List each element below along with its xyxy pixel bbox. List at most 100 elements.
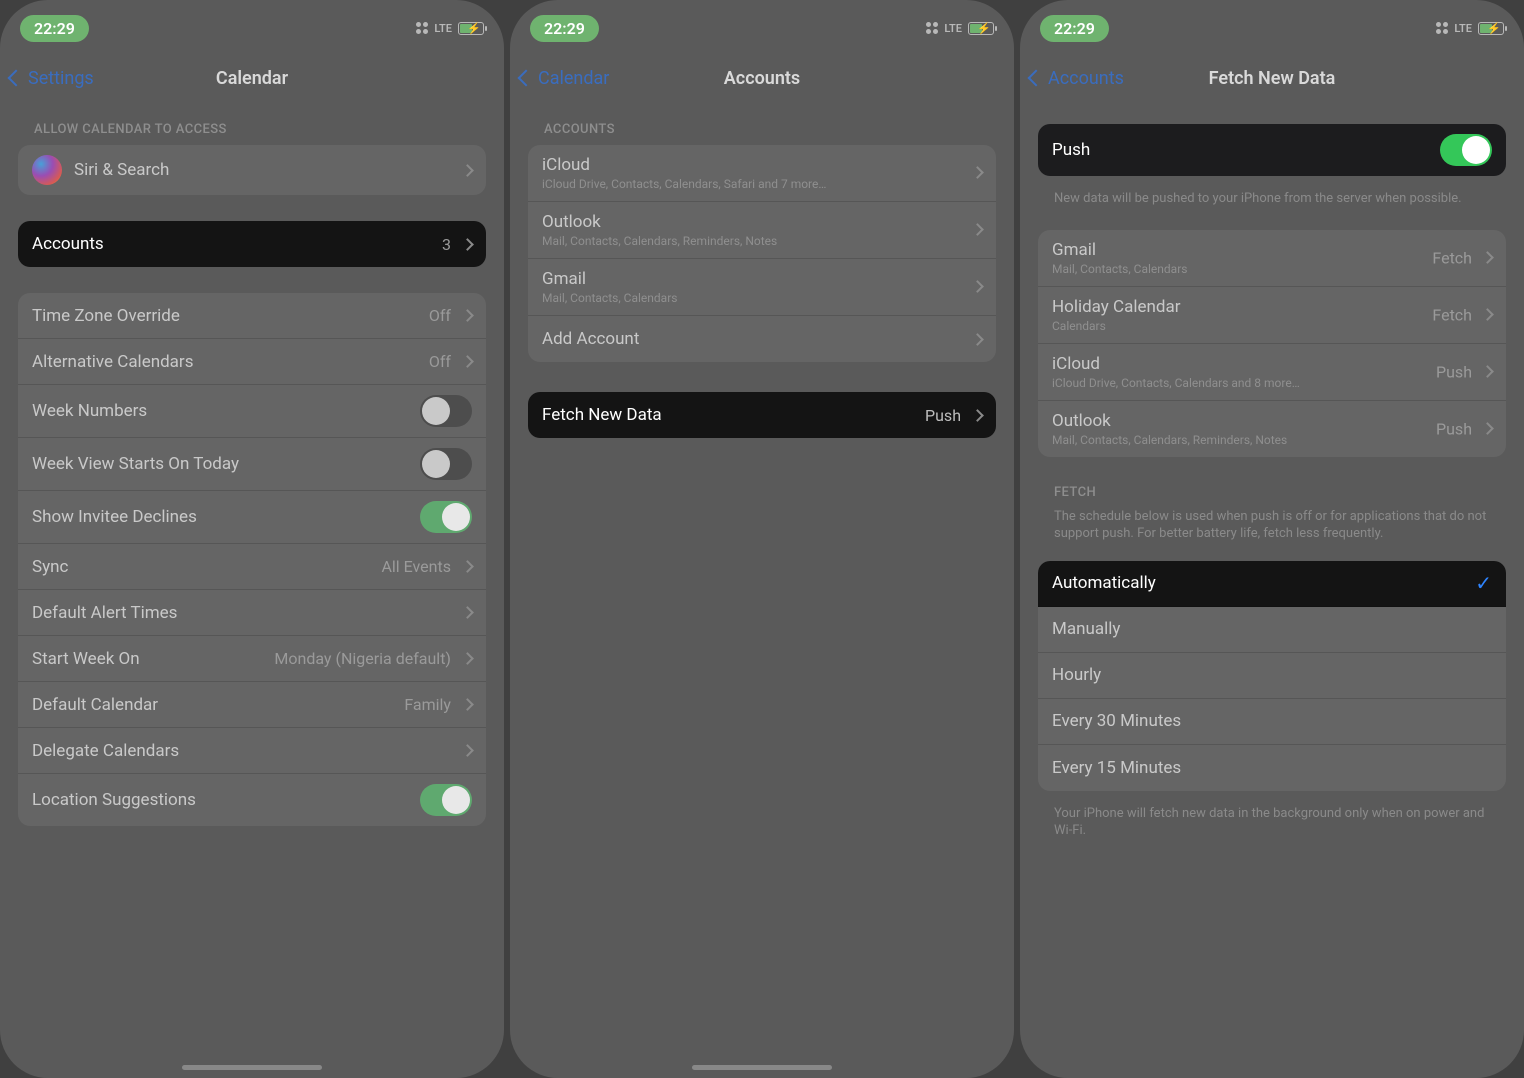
row-sync[interactable]: Sync All Events	[18, 544, 486, 590]
signal-icon	[926, 22, 938, 34]
group-accounts-list: iCloud iCloud Drive, Contacts, Calendars…	[528, 145, 996, 362]
status-bar: 22:29 LTE ⚡	[1020, 14, 1524, 42]
status-time: 22:29	[530, 15, 599, 42]
row-label: Alternative Calendars	[32, 352, 193, 372]
siri-label: Siri & Search	[74, 160, 169, 180]
row-siri-search[interactable]: Siri & Search	[18, 145, 486, 195]
home-indicator[interactable]	[692, 1065, 832, 1070]
row-default-alert-times[interactable]: Default Alert Times	[18, 590, 486, 636]
option-hourly[interactable]: Hourly	[1038, 653, 1506, 699]
schedule-value: Fetch	[1432, 248, 1476, 267]
signal-icon	[416, 22, 428, 34]
group-fetch-options: Automatically ✓ Manually Hourly Every 30…	[1038, 561, 1506, 791]
account-sub: Mail, Contacts, Calendars	[542, 291, 677, 305]
chevron-right-icon	[461, 164, 474, 177]
account-sub: Mail, Contacts, Calendars, Reminders, No…	[1052, 433, 1287, 447]
chevron-right-icon	[461, 652, 474, 665]
chevron-right-icon	[461, 238, 474, 251]
network-label: LTE	[944, 22, 962, 35]
fetch-options-footer: Your iPhone will fetch new data in the b…	[1038, 797, 1506, 844]
toggle-week-numbers[interactable]	[420, 395, 472, 427]
option-label: Automatically	[1052, 573, 1156, 593]
account-label: Gmail	[1052, 240, 1096, 260]
status-bar: 22:29 LTE ⚡	[510, 14, 1014, 42]
row-week-numbers[interactable]: Week Numbers	[18, 385, 486, 438]
option-label: Hourly	[1052, 665, 1101, 685]
option-automatically[interactable]: Automatically ✓	[1038, 561, 1506, 607]
network-label: LTE	[1454, 22, 1472, 35]
toggle-location-suggestions[interactable]	[420, 784, 472, 816]
push-footer: New data will be pushed to your iPhone f…	[1038, 182, 1506, 212]
row-outlook[interactable]: Outlook Mail, Contacts, Calendars, Remin…	[528, 202, 996, 259]
row-default-calendar[interactable]: Default Calendar Family	[18, 682, 486, 728]
chevron-right-icon	[461, 355, 474, 368]
chevron-right-icon	[1481, 422, 1494, 435]
row-alternative-calendars[interactable]: Alternative Calendars Off	[18, 339, 486, 385]
accounts-count: 3	[442, 235, 455, 254]
row-gmail[interactable]: Gmail Mail, Contacts, Calendars	[528, 259, 996, 316]
toggle-push[interactable]	[1440, 134, 1492, 166]
schedule-value: Fetch	[1432, 305, 1476, 324]
account-label: Outlook	[1052, 411, 1111, 431]
row-label: Time Zone Override	[32, 306, 180, 326]
row-label: Show Invitee Declines	[32, 507, 197, 527]
row-value: Family	[404, 695, 455, 714]
row-icloud[interactable]: iCloud iCloud Drive, Contacts, Calendars…	[528, 145, 996, 202]
battery-icon: ⚡	[1478, 22, 1504, 35]
row-schedule-holiday[interactable]: Holiday Calendar Calendars Fetch	[1038, 287, 1506, 344]
accounts-label: Accounts	[32, 234, 104, 254]
chevron-right-icon	[1481, 251, 1494, 264]
push-label: Push	[1052, 140, 1090, 160]
chevron-right-icon	[971, 333, 984, 346]
option-manually[interactable]: Manually	[1038, 607, 1506, 653]
row-delegate-calendars[interactable]: Delegate Calendars	[18, 728, 486, 774]
nav-header: Calendar Accounts	[510, 56, 1014, 100]
toggle-invitee-declines[interactable]	[420, 501, 472, 533]
row-label: Default Calendar	[32, 695, 158, 715]
network-label: LTE	[434, 22, 452, 35]
row-start-week-on[interactable]: Start Week On Monday (Nigeria default)	[18, 636, 486, 682]
checkmark-icon: ✓	[1475, 571, 1492, 595]
group-push: Push	[1038, 124, 1506, 176]
page-title: Fetch New Data	[1020, 68, 1524, 89]
account-label: iCloud	[1052, 354, 1100, 374]
row-fetch-new-data[interactable]: Fetch New Data Push	[528, 392, 996, 438]
home-indicator[interactable]	[182, 1065, 322, 1070]
status-time: 22:29	[20, 15, 89, 42]
row-schedule-icloud[interactable]: iCloud iCloud Drive, Contacts, Calendars…	[1038, 344, 1506, 401]
row-label: Sync	[32, 557, 68, 577]
page-title: Accounts	[510, 68, 1014, 89]
schedule-value: Push	[1436, 362, 1476, 381]
row-schedule-gmail[interactable]: Gmail Mail, Contacts, Calendars Fetch	[1038, 230, 1506, 287]
status-icons: LTE ⚡	[416, 22, 484, 35]
row-value: Off	[429, 306, 455, 325]
row-location-suggestions[interactable]: Location Suggestions	[18, 774, 486, 826]
option-every-30-min[interactable]: Every 30 Minutes	[1038, 699, 1506, 745]
option-label: Every 30 Minutes	[1052, 711, 1181, 731]
row-add-account[interactable]: Add Account	[528, 316, 996, 362]
option-label: Every 15 Minutes	[1052, 758, 1181, 778]
row-push-toggle[interactable]: Push	[1038, 124, 1506, 176]
row-show-invitee-declines[interactable]: Show Invitee Declines	[18, 491, 486, 544]
schedule-value: Push	[1436, 419, 1476, 438]
account-label: Outlook	[542, 212, 601, 232]
screen-fetch-new-data: 22:29 LTE ⚡ Accounts Fetch New Data Push…	[1020, 0, 1524, 1078]
status-time: 22:29	[1040, 15, 1109, 42]
section-header-fetch: FETCH	[1038, 475, 1506, 508]
row-value: All Events	[381, 557, 455, 576]
section-header-accounts: ACCOUNTS	[528, 112, 996, 145]
chevron-right-icon	[1481, 308, 1494, 321]
chevron-right-icon	[461, 309, 474, 322]
row-time-zone-override[interactable]: Time Zone Override Off	[18, 293, 486, 339]
chevron-right-icon	[461, 698, 474, 711]
option-every-15-min[interactable]: Every 15 Minutes	[1038, 745, 1506, 791]
screen-accounts: 22:29 LTE ⚡ Calendar Accounts ACCOUNTS i…	[510, 0, 1014, 1078]
account-label: Gmail	[542, 269, 586, 289]
row-label: Week Numbers	[32, 401, 147, 421]
row-week-view-starts-today[interactable]: Week View Starts On Today	[18, 438, 486, 491]
group-account-schedules: Gmail Mail, Contacts, Calendars Fetch Ho…	[1038, 230, 1506, 457]
row-schedule-outlook[interactable]: Outlook Mail, Contacts, Calendars, Remin…	[1038, 401, 1506, 457]
row-accounts[interactable]: Accounts 3	[18, 221, 486, 267]
row-label: Week View Starts On Today	[32, 454, 239, 474]
toggle-week-view-starts[interactable]	[420, 448, 472, 480]
